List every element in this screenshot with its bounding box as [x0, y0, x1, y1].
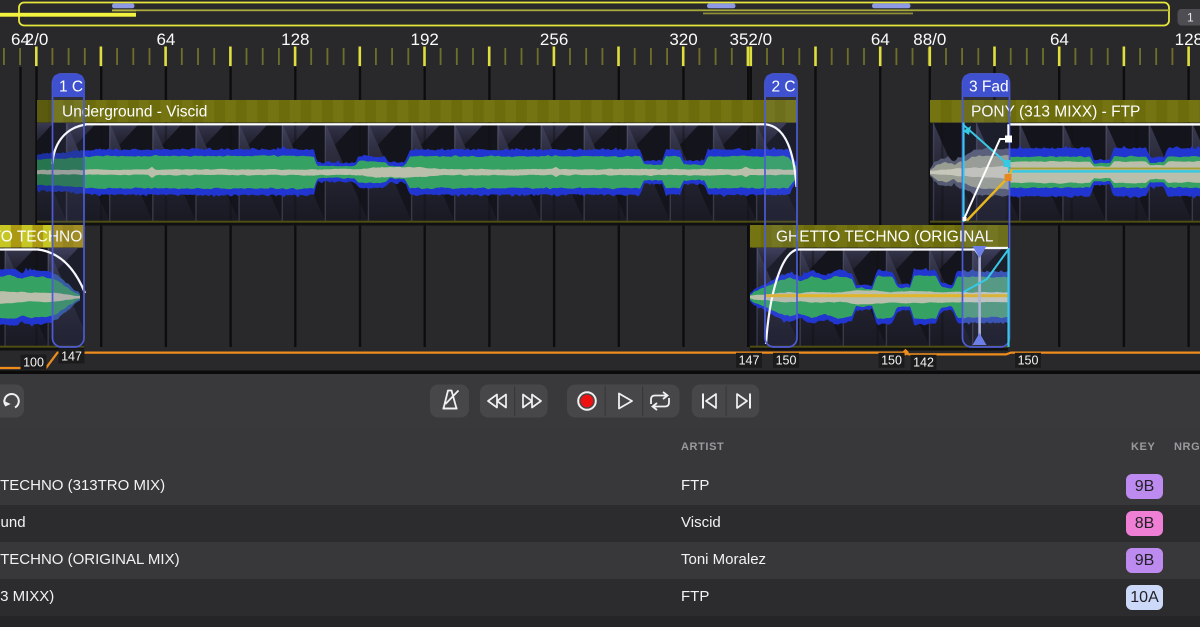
svg-text:100: 100 [23, 355, 44, 369]
svg-text:128: 128 [1175, 30, 1200, 49]
svg-text:142: 142 [913, 356, 934, 370]
svg-text:64: 64 [156, 30, 175, 49]
svg-text:150: 150 [776, 354, 797, 368]
svg-text:2 C: 2 C [772, 79, 796, 96]
svg-text:1: 1 [1187, 11, 1194, 25]
svg-text:3 Fad: 3 Fad [969, 79, 1009, 96]
svg-text:150: 150 [881, 354, 902, 368]
svg-text:147: 147 [61, 349, 82, 363]
svg-text:1 C: 1 C [59, 79, 83, 96]
svg-text:256: 256 [540, 30, 568, 49]
svg-text:147: 147 [739, 354, 760, 368]
svg-text:320: 320 [669, 30, 697, 49]
svg-text:192: 192 [411, 30, 439, 49]
svg-text:2/0: 2/0 [25, 30, 49, 49]
svg-text:150: 150 [1018, 354, 1039, 368]
svg-text:352/0: 352/0 [730, 30, 773, 49]
svg-text:64: 64 [1050, 30, 1069, 49]
svg-text:88/0: 88/0 [913, 30, 946, 49]
svg-text:GHETTO TECHNO (ORIGINAL: GHETTO TECHNO (ORIGINAL [776, 229, 994, 246]
svg-text:64: 64 [871, 30, 890, 49]
svg-text:128: 128 [281, 30, 309, 49]
